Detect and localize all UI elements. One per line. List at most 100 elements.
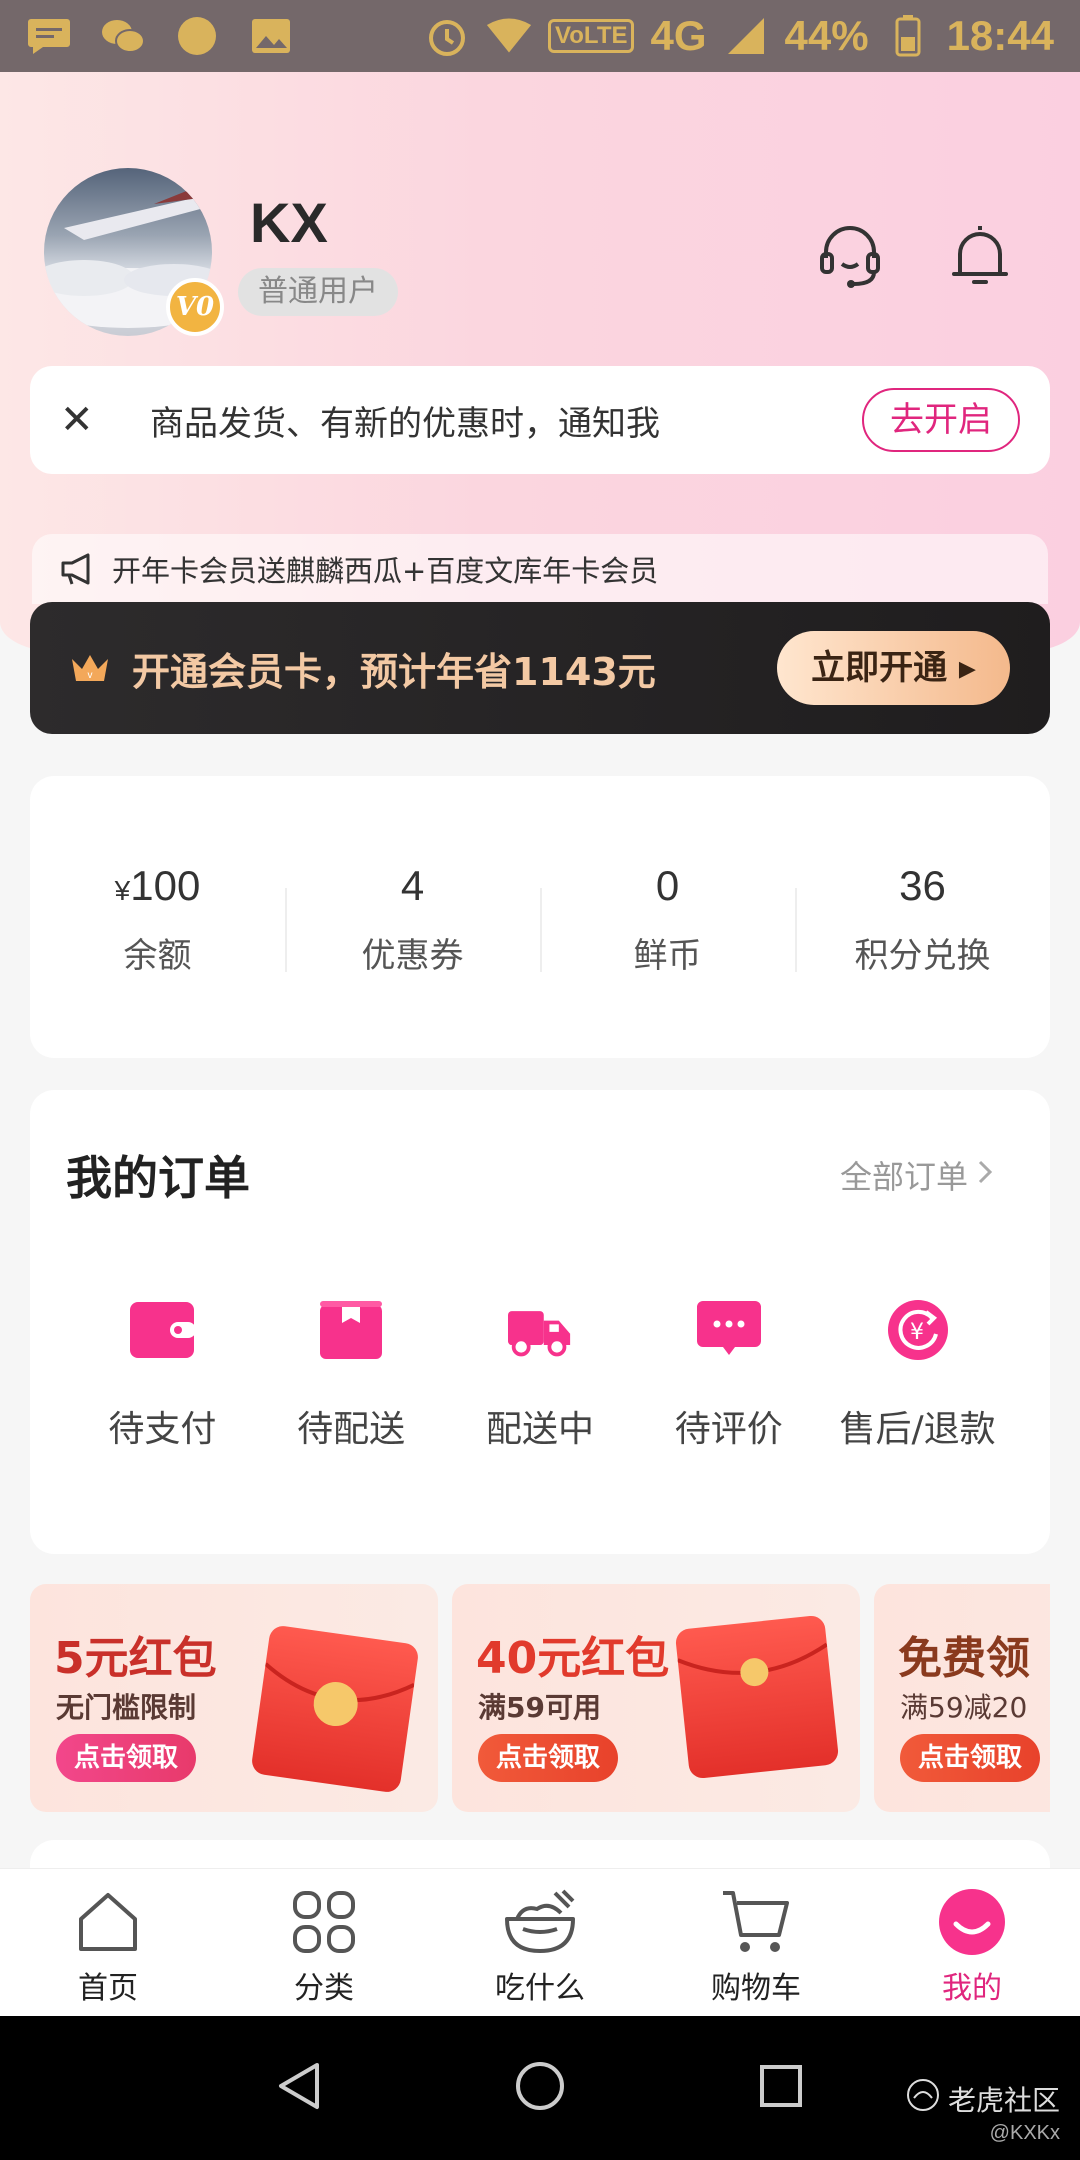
order-label: 售后/退款 [839, 1409, 996, 1450]
next-card-edge [30, 1840, 1050, 1870]
watermark-text: 老虎社区 [947, 2083, 1060, 2117]
tiger-logo-icon [906, 2078, 940, 2119]
back-icon[interactable] [277, 2061, 321, 2115]
svg-text:v: v [88, 670, 93, 681]
tab-what-to-eat[interactable]: 吃什么 [432, 1869, 648, 2016]
coupon-title: 免费领 [898, 1633, 1030, 1684]
promo-text: 开年卡会员送麒麟西瓜+百度文库年卡会员 [112, 554, 659, 588]
claim-coupon-button[interactable]: 点击领取 [478, 1734, 619, 1782]
circle-icon [174, 16, 220, 56]
refund-icon: ¥ [886, 1300, 950, 1360]
volte-label: VoLTE [548, 19, 635, 53]
asset-value: 4 [400, 861, 425, 909]
account-assets-card: ¥100 余额 4 优惠券 0 鲜币 36 积分兑换 [30, 776, 1050, 1058]
profile-smile-icon [935, 1885, 1009, 1959]
bottom-tab-bar: 首页 分类 吃什么 购物车 我的 [0, 1868, 1080, 2016]
red-envelope-icon [250, 1624, 420, 1794]
asset-value: 0 [655, 861, 680, 909]
chevron-right-icon [976, 1156, 994, 1194]
order-label: 待支付 [108, 1409, 217, 1450]
coupon-card[interactable]: 5元红包 无门槛限制 点击领取 [30, 1584, 438, 1812]
wifi-icon [486, 16, 532, 56]
tab-cart[interactable]: 购物车 [648, 1869, 864, 2016]
vip-membership-card[interactable]: v 开通会员卡，预计年省1143元 立即开通 ▸ [30, 602, 1050, 734]
notification-prompt: ✕ 商品发货、有新的优惠时，通知我 去开启 [30, 366, 1050, 474]
signal-icon [723, 16, 769, 56]
asset-balance[interactable]: ¥100 余额 [30, 858, 285, 977]
tab-category[interactable]: 分类 [216, 1869, 432, 2016]
wallet-icon [130, 1300, 195, 1360]
currency-symbol: ¥ [114, 874, 131, 906]
battery-percent: 44% [784, 12, 869, 59]
order-pending-delivery[interactable]: 待配送 [266, 1300, 436, 1452]
coupon-subtitle: 无门槛限制 [56, 1691, 197, 1724]
coupon-carousel: 5元红包 无门槛限制 点击领取 40元红包 满59可用 点击领取 免费领 满59… [30, 1584, 1050, 1812]
order-label: 待评价 [674, 1409, 783, 1450]
tab-mine[interactable]: 我的 [864, 1869, 1080, 2016]
username: KX [250, 191, 328, 254]
watermark: 老虎社区 [906, 2078, 1060, 2119]
home-circle-icon[interactable] [515, 2061, 565, 2115]
order-label: 待配送 [297, 1409, 406, 1450]
wechat-icon [100, 16, 146, 56]
all-orders-link[interactable]: 全部订单 [840, 1152, 994, 1198]
coupon-title: 5元红包 [54, 1633, 217, 1684]
recents-icon[interactable] [759, 2064, 803, 2112]
home-icon [71, 1885, 145, 1959]
all-orders-label: 全部订单 [839, 1158, 968, 1196]
asset-points[interactable]: 36 积分兑换 [795, 858, 1050, 977]
claim-coupon-button[interactable]: 点击领取 [56, 1734, 197, 1782]
svg-text:¥: ¥ [910, 1320, 924, 1345]
status-bar: VoLTE 4G 44% 18:44 [0, 0, 1080, 72]
crown-icon: v [70, 651, 110, 685]
grid-icon [287, 1885, 361, 1959]
message-icon [26, 16, 72, 56]
package-icon [319, 1300, 383, 1360]
vip-level-badge: V0 [166, 278, 224, 336]
order-label: 配送中 [485, 1409, 594, 1450]
coupon-card[interactable]: 40元红包 满59可用 点击领取 [452, 1584, 860, 1812]
battery-icon [885, 15, 931, 57]
claim-coupon-button[interactable]: 点击领取 [900, 1734, 1041, 1782]
orders-title: 我的订单 [66, 1151, 250, 1205]
watermark-user: @KXKx [989, 2122, 1060, 2144]
asset-coupons[interactable]: 4 优惠券 [285, 858, 540, 977]
cart-icon [719, 1885, 793, 1959]
asset-value: 100 [130, 861, 201, 909]
asset-label: 鲜币 [633, 935, 702, 976]
open-vip-button[interactable]: 立即开通 ▸ [777, 631, 1010, 705]
order-after-sales[interactable]: ¥ 售后/退款 [833, 1300, 1003, 1452]
clock: 18:44 [946, 12, 1054, 59]
my-orders-card: 我的订单 全部订单 待支付 待配送 配送中 待评价 ¥ 售后/退款 [30, 1090, 1050, 1554]
coupon-card[interactable]: 免费领 满59减20 点击领取 [874, 1584, 1050, 1812]
tab-label: 购物车 [711, 1971, 801, 2006]
coupon-subtitle: 满59减20 [900, 1691, 1028, 1724]
order-in-delivery[interactable]: 配送中 [455, 1300, 625, 1452]
order-pending-review[interactable]: 待评价 [644, 1300, 814, 1452]
coupon-title: 40元红包 [476, 1633, 670, 1684]
promo-banner[interactable]: 开年卡会员送麒麟西瓜+百度文库年卡会员 [32, 534, 1048, 604]
tab-label: 首页 [78, 1971, 138, 2006]
comment-icon [696, 1300, 761, 1360]
tab-label: 我的 [942, 1971, 1002, 2006]
enable-notification-button[interactable]: 去开启 [862, 388, 1020, 452]
tab-label: 吃什么 [495, 1971, 585, 2006]
notification-text: 商品发货、有新的优惠时，通知我 [150, 403, 660, 444]
tab-label: 分类 [294, 1971, 354, 2006]
bell-icon[interactable] [944, 220, 1016, 292]
vip-savings-text: 开通会员卡，预计年省1143元 [132, 649, 656, 694]
coupon-subtitle: 满59可用 [478, 1691, 601, 1724]
tab-home[interactable]: 首页 [0, 1869, 216, 2016]
open-vip-button-label: 立即开通 [811, 648, 948, 688]
close-icon[interactable]: ✕ [60, 397, 110, 443]
megaphone-icon [60, 551, 96, 587]
asset-label: 优惠券 [361, 935, 464, 976]
network-label: 4G [650, 12, 707, 59]
image-icon [248, 16, 294, 56]
order-pending-payment[interactable]: 待支付 [77, 1300, 247, 1452]
asset-fresh-coins[interactable]: 0 鲜币 [540, 858, 795, 977]
user-type-tag: 普通用户 [238, 268, 398, 316]
red-envelope-icon [674, 1614, 840, 1780]
bowl-icon [503, 1885, 577, 1959]
headset-icon[interactable] [814, 220, 886, 292]
